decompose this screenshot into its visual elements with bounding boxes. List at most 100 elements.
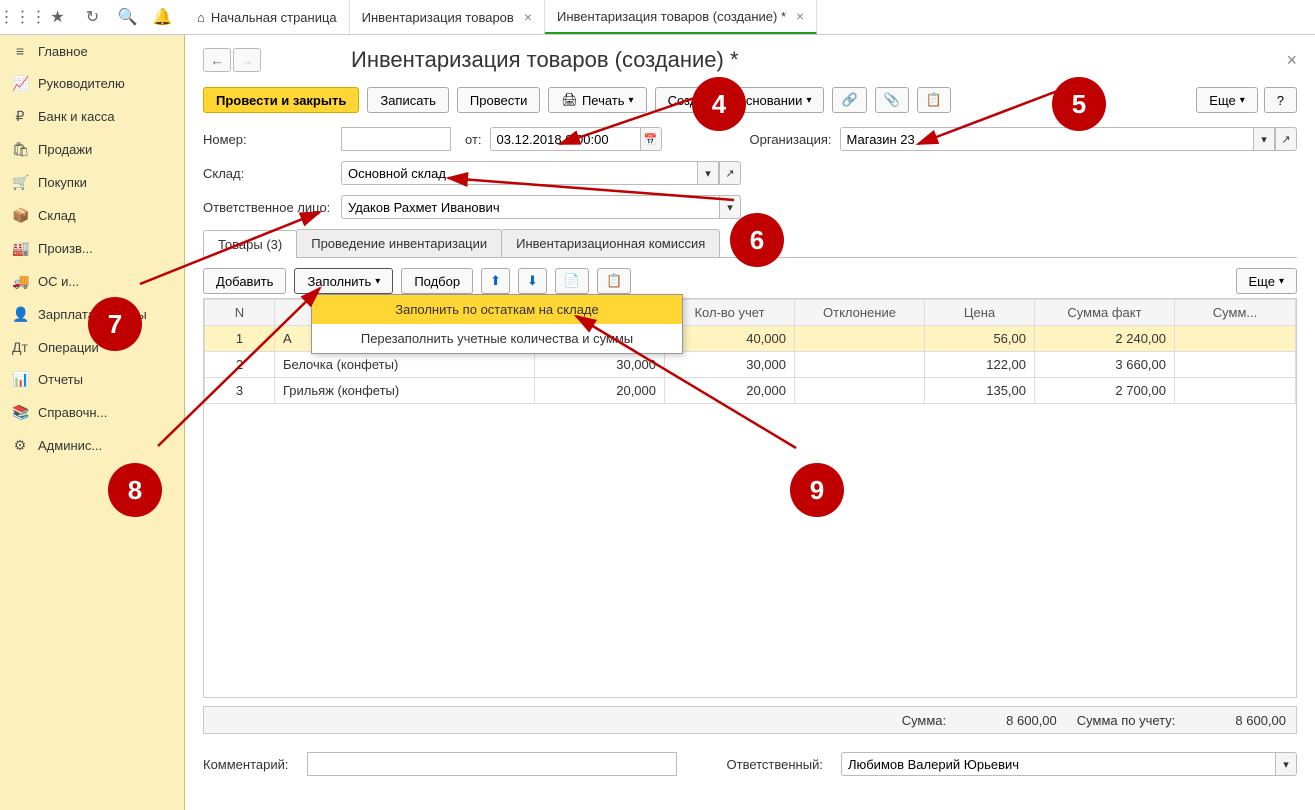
bell-icon[interactable]: 🔔 [154,8,172,26]
person-icon: 👤 [12,306,28,323]
forward-button[interactable]: → [233,48,261,72]
post-close-button[interactable]: Провести и закрыть [203,87,359,113]
fill-by-stock-item[interactable]: Заполнить по остаткам на складе [312,295,682,324]
tab-home[interactable]: ⌂ Начальная страница [185,0,350,34]
print-label: Печать [582,93,625,108]
cell-dev [795,326,925,352]
create-based-button[interactable]: Создать на основании [655,87,825,113]
printer-icon: 🖨 [561,92,578,108]
chevron-down-icon[interactable]: ▾ [1275,752,1297,776]
sidebar-item-production[interactable]: 🏭Произв... [0,232,184,265]
sidebar-item-refs[interactable]: 📚Справочн... [0,396,184,429]
col-uchet: Кол-во учет [665,300,795,326]
responsible-label: Ответственный: [727,757,823,772]
add-button[interactable]: Добавить [203,268,286,294]
top-toolbar: ⋮⋮⋮ ★ ↻ 🔍 🔔 ⌂ Начальная страница Инвента… [0,0,1315,35]
save-button[interactable]: Записать [367,87,449,113]
list-button[interactable]: 📋 [917,87,951,113]
goods-table[interactable]: N Н Кол-во учет Отклонение Цена Сумма фа… [203,298,1297,698]
system-icons: ⋮⋮⋮ ★ ↻ 🔍 🔔 [0,0,185,34]
refill-qty-item[interactable]: Перезаполнить учетные количества и суммы [312,324,682,353]
sidebar-item-admin[interactable]: ⚙Админис... [0,429,184,462]
sum-uchet-label: Сумма по учету: [1077,713,1176,728]
star-icon[interactable]: ★ [49,8,67,26]
close-icon[interactable]: × [524,9,532,25]
sklad-input[interactable] [341,161,697,185]
org-input[interactable] [840,127,1253,151]
sidebar-item-manager[interactable]: 📈Руководителю [0,67,184,100]
tab-conduct[interactable]: Проведение инвентаризации [296,229,502,257]
cart-icon: 🛒 [12,174,28,191]
dtkt-icon: Дт [12,339,28,355]
sidebar-item-hr[interactable]: 👤 Зарплата и кадры [0,298,184,331]
history-icon[interactable]: ↻ [84,8,102,26]
sidebar-label: ОС и... [38,274,79,289]
tab-inventory-create[interactable]: Инвентаризация товаров (создание) * × [545,0,817,34]
sidebar-label: Продажи [38,142,92,157]
sidebar-item-operations[interactable]: ДтОперации [0,331,184,363]
search-icon[interactable]: 🔍 [119,8,137,26]
fill-button[interactable]: Заполнить [294,268,393,294]
sidebar-item-main[interactable]: ≡Главное [0,35,184,67]
table-row[interactable]: 2 Белочка (конфеты) 30,000 30,000 122,00… [205,352,1296,378]
sum-label: Сумма: [902,713,946,728]
copy-button[interactable]: 📄 [555,268,589,294]
main-content: ← → Инвентаризация товаров (создание) * … [185,35,1315,810]
sidebar-item-purchases[interactable]: 🛒Покупки [0,166,184,199]
sidebar-item-warehouse[interactable]: 📦Склад [0,199,184,232]
date-input[interactable] [490,127,640,151]
cell-sum [1175,326,1296,352]
sum-bar: Сумма: 8 600,00 Сумма по учету: 8 600,00 [203,706,1297,734]
responsible-input[interactable] [841,752,1275,776]
pick-button[interactable]: Подбор [401,268,473,294]
number-input[interactable] [341,127,451,151]
help-button[interactable]: ? [1264,87,1297,113]
sidebar-label: Отчеты [38,372,83,387]
sidebar-item-bank[interactable]: ₽Банк и касса [0,100,184,133]
print-button[interactable]: 🖨 Печать [548,87,646,113]
open-icon[interactable]: ↗ [719,161,741,185]
open-icon[interactable]: ↗ [1275,127,1297,151]
cell-uchet: 20,000 [665,378,795,404]
comment-label: Комментарий: [203,757,289,772]
sum-value: 8 600,00 [1006,713,1057,728]
back-button[interactable]: ← [203,48,231,72]
post-button[interactable]: Провести [457,87,541,113]
table-more-button[interactable]: Еще [1236,268,1297,294]
calendar-icon[interactable]: 📅 [640,127,662,151]
box-icon: 📦 [12,207,28,224]
cell-sumfact: 2 240,00 [1035,326,1175,352]
sidebar-label: Главное [38,44,88,59]
move-down-button[interactable]: ⬇ [518,268,547,294]
close-icon[interactable]: × [1286,50,1297,71]
resp-label: Ответственное лицо: [203,200,333,215]
tab-goods[interactable]: Товары (3) [203,230,297,258]
close-icon[interactable]: × [796,8,804,24]
attach-button[interactable]: 📎 [875,87,909,113]
cell-sumfact: 2 700,00 [1035,378,1175,404]
row-number-date-org: Номер: от: 📅 Организация: ▾ ↗ [203,127,1297,151]
comment-input[interactable] [307,752,677,776]
sidebar-item-sales[interactable]: 🛍Продажи [0,133,184,166]
sidebar-item-reports[interactable]: 📊Отчеты [0,363,184,396]
chevron-down-icon[interactable]: ▾ [719,195,741,219]
col-sumfact: Сумма факт [1035,300,1175,326]
row-resp: Ответственное лицо: ▾ [203,195,1297,219]
chevron-down-icon[interactable]: ▾ [1253,127,1275,151]
table-row[interactable]: 3 Грильяж (конфеты) 20,000 20,000 135,00… [205,378,1296,404]
cell-n: 3 [205,378,275,404]
link-button[interactable]: 🔗 [832,87,866,113]
move-up-button[interactable]: ⬆ [481,268,510,294]
tab-commission[interactable]: Инвентаризационная комиссия [501,229,720,257]
resp-input[interactable] [341,195,719,219]
cell-sumfact: 3 660,00 [1035,352,1175,378]
org-label: Организация: [750,132,832,147]
sidebar-item-assets[interactable]: 🚚ОС и... [0,265,184,298]
tab-inventory[interactable]: Инвентаризация товаров × [350,0,545,34]
chevron-down-icon[interactable]: ▾ [697,161,719,185]
paste-button[interactable]: 📋 [597,268,631,294]
sidebar-label: Зарплата и кадры [38,307,147,322]
apps-icon[interactable]: ⋮⋮⋮ [14,8,32,26]
sidebar: ≡Главное 📈Руководителю ₽Банк и касса 🛍Пр… [0,35,185,810]
more-button[interactable]: Еще [1196,87,1257,113]
